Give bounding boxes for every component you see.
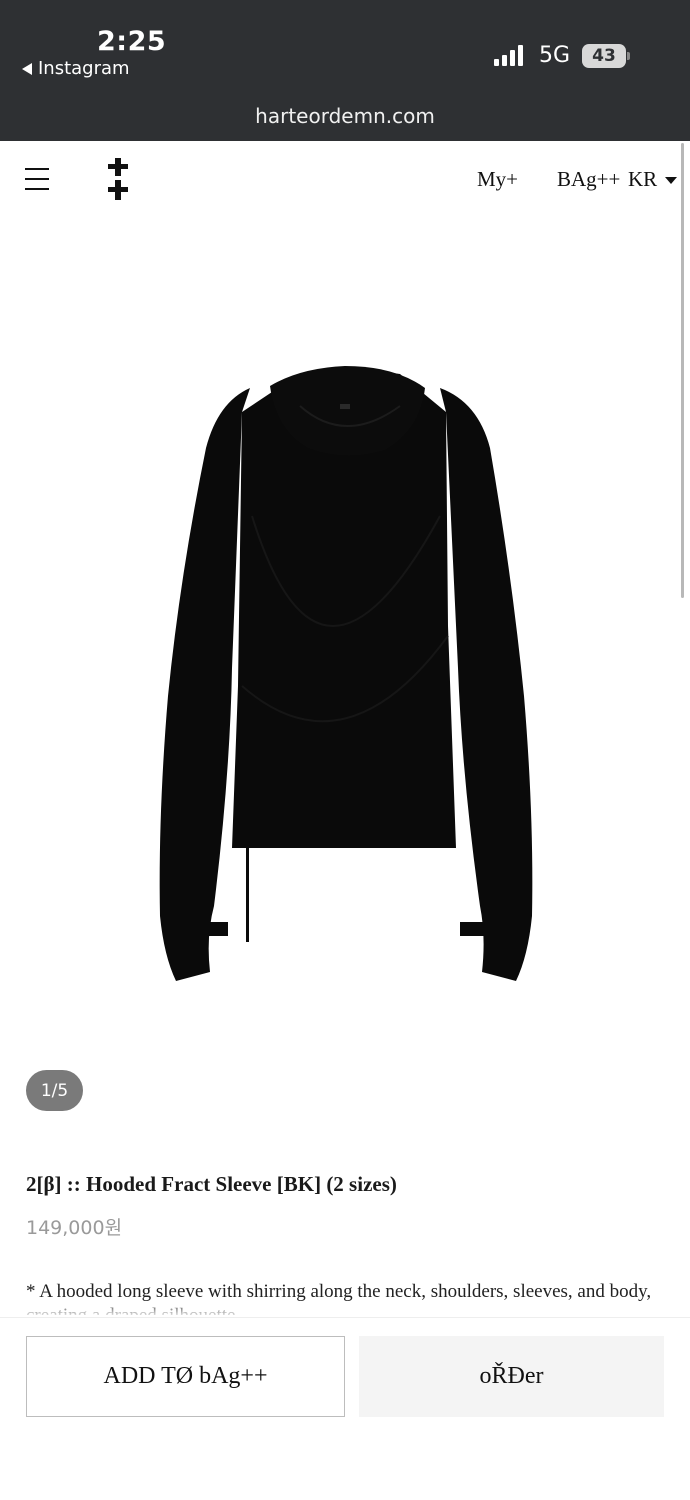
description-fade <box>0 1300 690 1318</box>
drawstring <box>246 846 249 942</box>
order-button[interactable]: oŘĐer <box>359 1336 664 1417</box>
battery-level: 43 <box>592 46 616 66</box>
signal-icon <box>494 44 523 66</box>
battery-icon: 43 <box>582 44 626 68</box>
product-title: 2[β] :: Hooded Fract Sleeve [BK] (2 size… <box>26 1172 397 1196</box>
back-arrow-icon <box>22 62 32 75</box>
network-label: 5G <box>539 43 571 68</box>
add-to-bag-button[interactable]: ADD TØ bAg++ <box>26 1336 345 1417</box>
url-bar[interactable]: harteordemn.com <box>0 104 690 128</box>
garment-left-sleeve <box>159 388 250 981</box>
garment-right-sleeve <box>440 388 533 981</box>
right-cuff-tab <box>460 922 488 936</box>
clock: 2:25 <box>97 26 167 57</box>
image-pager: 1/5 <box>26 1070 83 1111</box>
product-price: 149,000원 <box>26 1217 123 1239</box>
battery-tip <box>627 52 630 60</box>
status-bar: 2:25 Instagram 5G 43 harteordemn.com <box>0 0 690 141</box>
brand-logo[interactable] <box>108 158 128 200</box>
left-cuff-tab <box>200 922 228 936</box>
nav-bag[interactable]: BAg++ <box>557 167 620 192</box>
back-to-instagram[interactable]: Instagram <box>22 58 130 79</box>
site-header: My+ BAg++ KR <box>0 141 690 216</box>
back-app-label: Instagram <box>38 58 130 79</box>
chevron-down-icon <box>665 177 678 184</box>
language-select[interactable]: KR <box>628 167 678 192</box>
product-image[interactable] <box>0 216 690 1116</box>
language-label: KR <box>628 167 658 191</box>
menu-icon[interactable] <box>25 168 49 190</box>
nav-my-account[interactable]: My+ <box>477 167 518 192</box>
